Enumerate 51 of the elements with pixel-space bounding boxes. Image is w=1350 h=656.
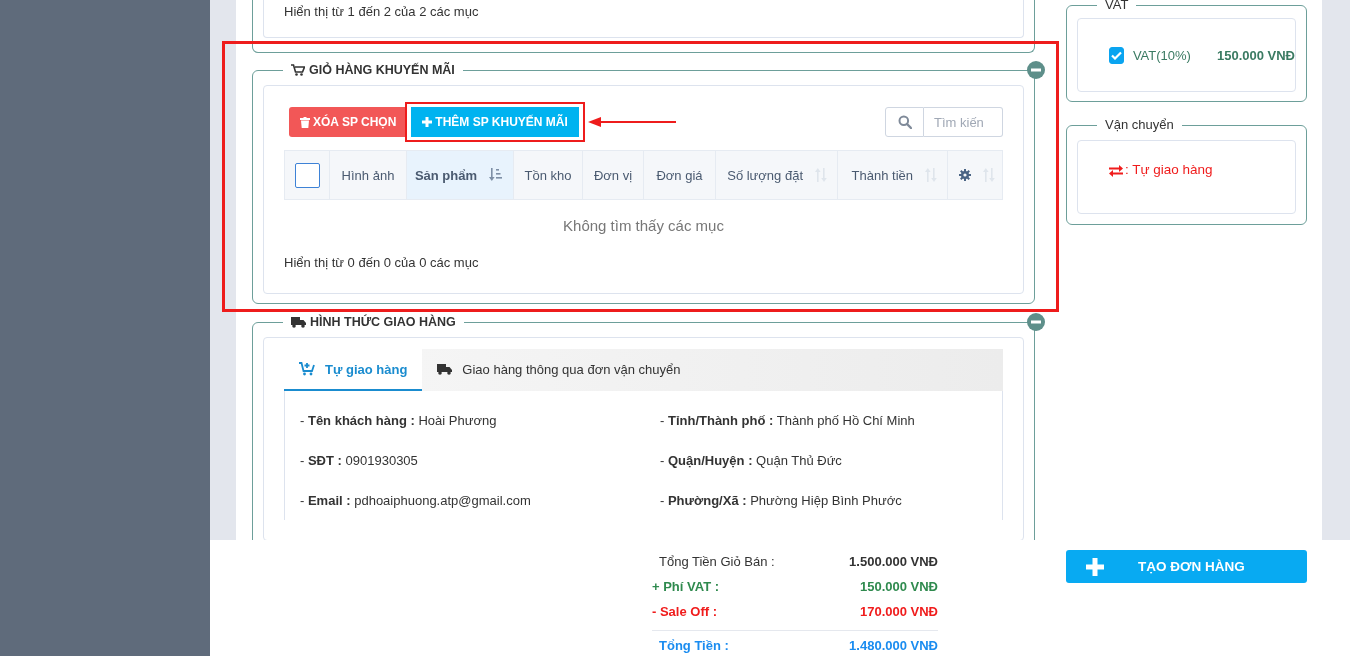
summary-value: 170.000 VNĐ	[859, 604, 938, 619]
pagination-info: Hiển thị từ 0 đến 0 của 0 các mục	[284, 255, 479, 270]
vat-amount: 150.000 VNĐ	[1216, 47, 1295, 63]
column-header[interactable]: Sản phẩm	[414, 167, 477, 183]
search-button[interactable]	[885, 107, 924, 137]
exchange-arrows-icon	[1109, 165, 1123, 177]
trash-icon	[300, 116, 310, 128]
customer-detail: - Phường/Xã : Phường Hiệp Bình Phước	[660, 492, 902, 508]
customer-detail: - SĐT : 0901930305	[300, 452, 418, 468]
search-field[interactable]: Tìm kiến	[924, 107, 1003, 137]
vat-checkbox[interactable]	[1109, 46, 1124, 64]
summary-label: Tổng Tiền Giỏ Bán :	[658, 554, 775, 569]
search-icon	[897, 115, 912, 129]
plus-icon	[422, 117, 433, 127]
collapse-icon[interactable]	[1027, 313, 1045, 331]
cart-icon	[299, 362, 315, 376]
column-header[interactable]: Thành tiền	[851, 167, 913, 183]
summary-label: - Sale Off :	[652, 604, 717, 619]
select-all-checkbox[interactable]	[294, 162, 320, 188]
vat-label: VAT(10%)	[1132, 47, 1191, 63]
plus-icon	[1086, 557, 1104, 576]
delivery-tab[interactable]: Tự giao hàng	[284, 349, 423, 391]
truck-icon	[291, 316, 306, 328]
checkmark-icon	[1110, 50, 1122, 60]
column-header[interactable]: Hình ảnh	[341, 167, 395, 183]
pagination-info: Hiển thị từ 1 đến 2 của 2 các mục	[284, 4, 479, 19]
section-title: GIỎ HÀNG KHUYẾN MÃI	[309, 61, 455, 79]
customer-detail: - Tên khách hàng : Hoài Phương	[300, 412, 497, 428]
column-header[interactable]: Số lượng đặt	[727, 167, 803, 183]
empty-message: Không tìm thấy các mục	[563, 216, 724, 234]
delivery-tab[interactable]: Giao hàng thông qua đơn vận chuyển	[422, 349, 696, 391]
shipping-method: : Tự giao hàng	[1125, 162, 1213, 177]
collapse-icon[interactable]	[1027, 61, 1045, 79]
cart-icon	[291, 64, 305, 76]
summary-label: Tổng Tiền :	[658, 638, 729, 653]
customer-detail: - Email : pdhoaiphuong.atp@gmail.com	[300, 492, 531, 508]
sort-descending-icon[interactable]	[489, 168, 503, 182]
summary-value: 150.000 VNĐ	[859, 579, 938, 594]
summary-label: + Phí VAT :	[652, 579, 720, 594]
column-header[interactable]: Tồn kho	[524, 167, 572, 183]
column-header[interactable]: Đơn vị	[593, 167, 633, 183]
summary-value: 1.480.000 VNĐ	[849, 638, 938, 653]
section-title: VAT	[1105, 0, 1129, 12]
settings-icon[interactable]	[959, 169, 971, 181]
column-header[interactable]: Đơn giá	[656, 167, 703, 183]
truck-icon	[437, 363, 453, 375]
customer-detail: - Tỉnh/Thành phố : Thành phố Hồ Chí Minh	[660, 412, 915, 428]
section-title: Vận chuyển	[1105, 117, 1174, 132]
summary-value: 1.500.000 VNĐ	[849, 554, 938, 569]
section-title: HÌNH THỨC GIAO HÀNG	[310, 313, 456, 331]
customer-detail: - Quận/Huyện : Quận Thủ Đức	[660, 452, 842, 468]
